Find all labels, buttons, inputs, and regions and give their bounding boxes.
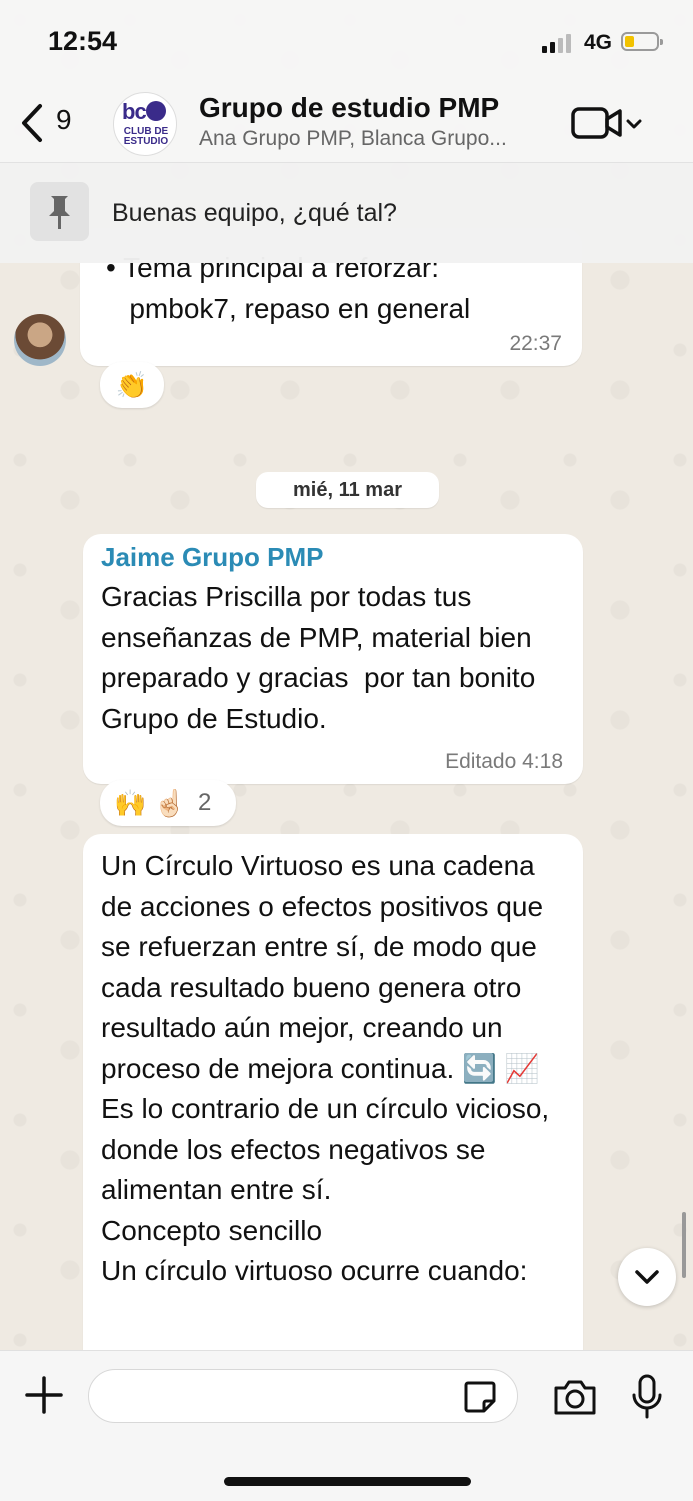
scrollbar[interactable] <box>682 1212 686 1278</box>
logo-text: bc <box>122 99 147 124</box>
video-call-icon[interactable] <box>570 104 646 144</box>
date-separator: mié, 11 mar <box>256 472 439 508</box>
chevron-down-icon <box>635 1270 659 1284</box>
message-bubble-3[interactable]: Un Círculo Virtuoso es una cadena de acc… <box>83 834 583 1394</box>
message-time: 22:37 <box>509 332 562 355</box>
sender-name[interactable]: Jaime Grupo PMP <box>101 542 565 573</box>
reaction-badge-2[interactable]: 🙌 ☝🏻 2 <box>100 780 236 826</box>
logo-ring <box>146 101 166 121</box>
network-label: 4G <box>584 31 613 54</box>
group-avatar[interactable]: bc CLUB DE ESTUDIO <box>113 92 177 156</box>
plus-icon[interactable] <box>24 1375 64 1415</box>
pinned-text: Buenas equipo, ¿qué tal? <box>112 199 397 227</box>
mic-icon[interactable] <box>630 1373 664 1421</box>
logo-caption: CLUB DE ESTUDIO <box>123 126 169 147</box>
unread-count[interactable]: 9 <box>56 104 72 136</box>
home-indicator[interactable] <box>224 1477 471 1486</box>
message-text: Gracias Priscilla por todas tus enseñanz… <box>101 581 544 734</box>
battery-icon <box>621 32 663 51</box>
message-input[interactable] <box>88 1369 518 1423</box>
message-bubble-2[interactable]: Jaime Grupo PMP Gracias Priscilla por to… <box>83 534 583 784</box>
scroll-down-button[interactable] <box>618 1248 676 1306</box>
clap-reaction-icon: 👏 <box>115 369 149 400</box>
reaction-count: 2 <box>197 789 212 816</box>
pin-icon-box <box>30 182 89 241</box>
message-text: Un Círculo Virtuoso es una cadena de acc… <box>101 850 550 1286</box>
pin-icon <box>49 196 70 229</box>
pinned-message-bar[interactable]: Buenas equipo, ¿qué tal? <box>0 162 693 263</box>
reaction-emojis: 🙌 ☝🏻 <box>114 787 186 818</box>
status-time: 12:54 <box>48 26 118 56</box>
camera-icon[interactable] <box>552 1377 598 1417</box>
message-time: Editado 4:18 <box>445 750 563 773</box>
signal-icon <box>542 33 576 53</box>
chat-members[interactable]: Ana Grupo PMP, Blanca Grupo... <box>199 127 507 151</box>
back-chevron-icon[interactable] <box>14 100 54 146</box>
sender-avatar[interactable] <box>14 314 66 366</box>
sticker-icon[interactable] <box>462 1379 498 1415</box>
chat-title[interactable]: Grupo de estudio PMP <box>199 92 499 124</box>
composer-bar <box>0 1350 693 1501</box>
chat-header: 12:54 4G 9 bc CLUB DE ESTUDIO Grupo de e… <box>0 0 693 162</box>
reaction-badge-1[interactable]: 👏 <box>100 362 164 408</box>
